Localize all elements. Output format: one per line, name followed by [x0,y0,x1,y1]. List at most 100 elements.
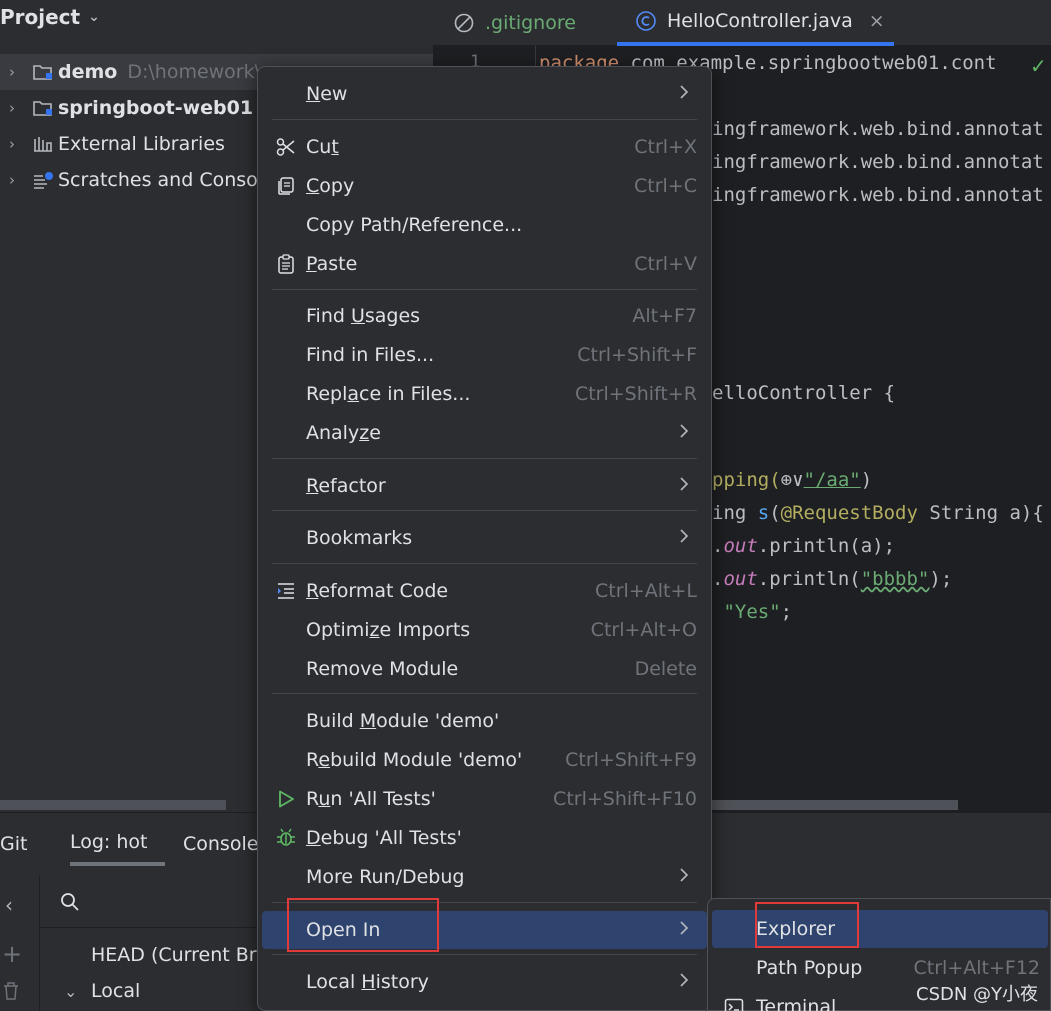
tree-item-label: springboot-web01 [58,97,254,119]
menu-separator [272,954,697,955]
menu-item-label: Cut [306,136,339,158]
search-icon[interactable] [60,892,80,916]
menu-item-shortcut: Ctrl+Alt+L [595,580,697,602]
menu-item-more-run-debug[interactable]: More Run/Debug [262,858,707,896]
menu-item-copy[interactable]: Copy Ctrl+C [262,167,707,205]
menu-item-label: Build Module 'demo' [306,710,500,732]
menu-item-shortcut: Ctrl+V [634,253,697,275]
menu-item-reformat-code[interactable]: Reformat Code Ctrl+Alt+L [262,572,707,610]
chevron-right-icon [679,972,689,993]
expand-arrow-icon[interactable]: › [0,135,24,153]
tree-item-path: D:\homework\ [127,61,262,83]
module-folder-icon [30,97,56,119]
run-icon [275,788,297,810]
code-string: "/aa" [803,469,861,491]
menu-item-find-in-files[interactable]: Find in Files... Ctrl+Shift+F [262,336,707,374]
code-string: "Yes" [723,601,781,623]
code-line: ing s(@RequestBody String a){ [712,502,1044,524]
code-text: ( [769,502,781,524]
tab-console[interactable]: Console [183,822,258,866]
menu-item-bookmarks[interactable]: Bookmarks [262,519,707,557]
menu-item-label: Copy Path/Reference... [306,214,523,236]
menu-item-label: Copy [306,175,355,197]
code-line: .out.println("bbbb"); [712,568,953,590]
tree-item-label: External Libraries [58,133,225,155]
code-string: "bbbb" [860,568,930,590]
menu-separator [272,510,697,511]
menu-item-shortcut: Ctrl+C [634,175,697,197]
expand-arrow-icon[interactable]: › [0,171,24,189]
menu-item-run-all-tests[interactable]: Run 'All Tests' Ctrl+Shift+F10 [262,780,707,818]
tab-label: .gitignore [485,12,576,34]
menu-item-local-history[interactable]: Local History [262,963,707,1001]
menu-item-label: Refactor [306,475,386,497]
chevron-right-icon [679,84,689,105]
close-icon[interactable]: × [869,10,885,32]
submenu-item-label: Terminal [756,996,837,1011]
globe-icon[interactable]: ⊕∨ [781,469,804,491]
reformat-icon [275,580,297,602]
code-text: .println(a); [757,535,896,557]
code-line: "Yes"; [712,601,792,623]
terminal-icon [724,997,744,1011]
tab-hellocontroller[interactable]: HelloController.java × [617,0,894,46]
code-text: .println( [757,568,861,590]
menu-item-shortcut: Ctrl+X [634,136,697,158]
menu-item-build-module[interactable]: Build Module 'demo' [262,702,707,740]
menu-item-paste[interactable]: Paste Ctrl+V [262,245,707,283]
code-field: out [723,568,758,590]
trash-icon[interactable] [2,981,20,1005]
chevron-down-icon[interactable]: ⌄ [64,982,77,1001]
chevron-right-icon [679,528,689,549]
menu-item-shortcut: Delete [634,658,697,680]
menu-item-shortcut: Ctrl+Shift+F [577,344,697,366]
tab-gitignore[interactable]: .gitignore [453,0,576,46]
code-text: ; [780,601,793,623]
code-annotation: pping( [712,469,781,491]
menu-item-remove-module[interactable]: Remove Module Delete [262,650,707,688]
code-annotation: @RequestBody [780,502,918,524]
menu-item-label: Run 'All Tests' [306,788,436,810]
chevron-left-icon[interactable]: ‹ [5,893,13,917]
menu-item-label: Find Usages [306,305,421,327]
menu-item-copy-path[interactable]: Copy Path/Reference... [262,206,707,244]
project-header[interactable]: Project ⌄ [0,0,433,34]
chevron-right-icon [679,867,689,888]
menu-item-rebuild-module[interactable]: Rebuild Module 'demo' Ctrl+Shift+F9 [262,741,707,779]
ignore-file-icon [453,12,475,34]
code-field: out [723,535,758,557]
code-text: ); [929,568,953,590]
menu-item-label: Local History [306,971,429,993]
project-title: Project [0,5,81,29]
chevron-right-icon [679,476,689,497]
menu-separator [272,119,697,120]
expand-arrow-icon[interactable]: › [0,63,24,81]
scissors-icon [275,136,297,158]
copy-icon [275,175,297,197]
annotation-box [755,902,859,948]
menu-item-analyze[interactable]: Analyze [262,414,707,452]
menu-item-label: Optimize Imports [306,619,471,641]
code-line: ingframework.web.bind.annotat [712,118,1044,140]
submenu-item-label: Path Popup [756,957,863,979]
menu-item-replace-in-files[interactable]: Replace in Files... Ctrl+Shift+R [262,375,707,413]
menu-item-find-usages[interactable]: Find Usages Alt+F7 [262,297,707,335]
tab-log[interactable]: Log: hot [70,822,165,866]
horizontal-scrollbar[interactable] [712,800,958,810]
branch-item-head[interactable]: HEAD (Current Bra [91,944,268,966]
code-text: ing [712,502,758,524]
code-line: elloController { [712,382,896,404]
plus-icon[interactable]: + [2,940,22,968]
menu-item-label: New [306,83,348,105]
menu-item-optimize-imports[interactable]: Optimize Imports Ctrl+Alt+O [262,611,707,649]
menu-item-debug-all-tests[interactable]: Debug 'All Tests' [262,819,707,857]
menu-item-cut[interactable]: Cut Ctrl+X [262,128,707,166]
branch-group-local[interactable]: Local [91,980,140,1002]
expand-arrow-icon[interactable]: › [0,99,24,117]
menu-item-refactor[interactable]: Refactor [262,467,707,505]
menu-item-new[interactable]: New [262,75,707,113]
menu-separator [272,458,697,459]
menu-item-shortcut: Ctrl+Alt+O [590,619,697,641]
tab-git[interactable]: Git [0,822,27,866]
horizontal-scrollbar[interactable] [0,800,226,810]
